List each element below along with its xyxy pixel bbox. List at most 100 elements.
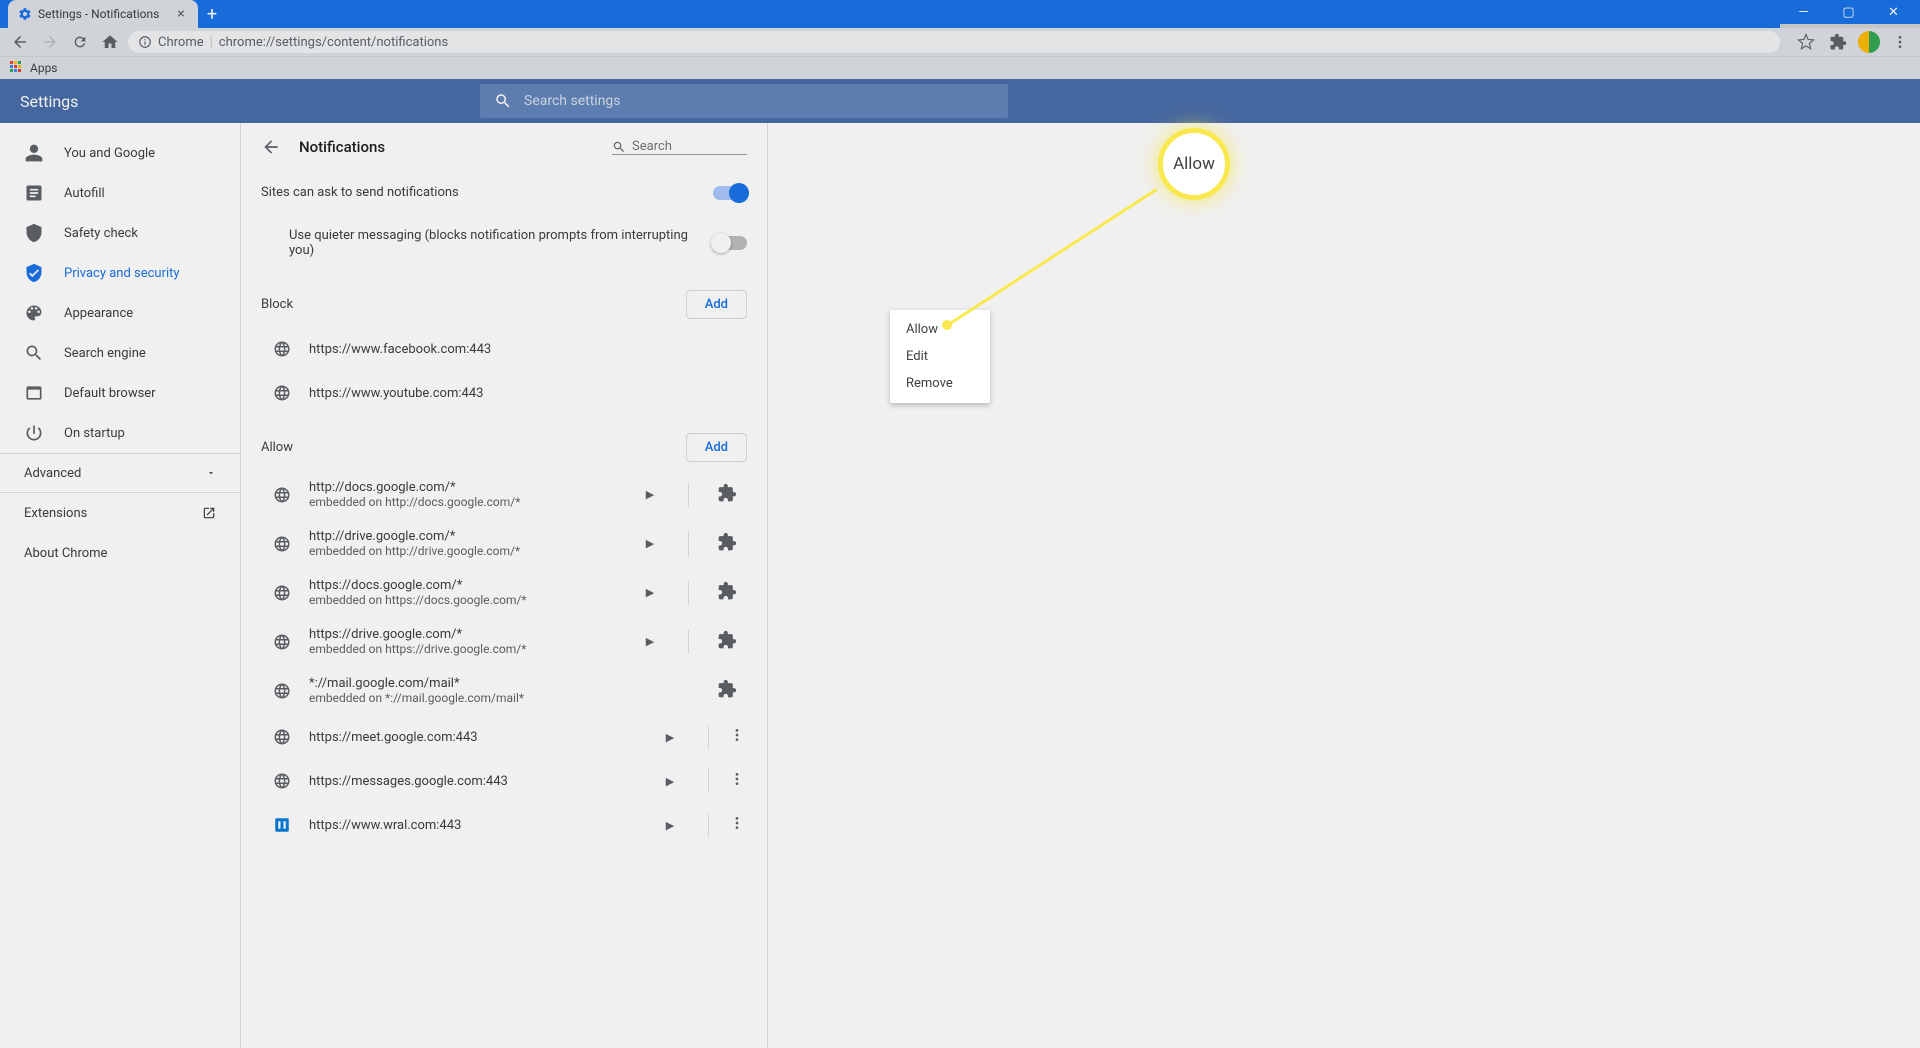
globe-icon xyxy=(273,340,291,358)
page-search[interactable] xyxy=(612,139,747,155)
browser-toolbar: Chrome | chrome://settings/content/notif… xyxy=(0,28,1920,56)
apps-icon[interactable] xyxy=(10,61,24,75)
arrow-icon[interactable]: ▶ xyxy=(630,488,670,501)
sidebar-about[interactable]: About Chrome xyxy=(0,533,240,573)
arrow-icon[interactable]: ▶ xyxy=(630,537,670,550)
arrow-icon[interactable]: ▶ xyxy=(650,775,690,788)
extension-icon xyxy=(717,630,737,650)
allow-site-row: https://docs.google.com/*embedded on htt… xyxy=(241,568,767,617)
add-allow-button[interactable]: Add xyxy=(686,433,747,462)
content-pane: Notifications Sites can ask to send noti… xyxy=(240,123,768,1048)
reload-button[interactable] xyxy=(68,30,92,54)
globe-icon xyxy=(273,633,291,651)
context-allow[interactable]: Allow xyxy=(890,316,990,343)
sidebar-advanced[interactable]: Advanced xyxy=(0,453,240,493)
sidebar-item-search-engine[interactable]: Search engine xyxy=(0,333,240,373)
block-section-head: Block Add xyxy=(241,272,767,327)
extension-icon xyxy=(717,483,737,503)
setting-sites-can-ask: Sites can ask to send notifications xyxy=(241,171,767,214)
page-back-button[interactable] xyxy=(261,137,281,157)
globe-icon xyxy=(273,486,291,504)
globe-icon xyxy=(273,728,291,746)
more-icon xyxy=(729,815,745,831)
globe-icon xyxy=(273,384,291,402)
home-button[interactable] xyxy=(98,30,122,54)
allow-site-row: http://docs.google.com/*embedded on http… xyxy=(241,470,767,519)
add-block-button[interactable]: Add xyxy=(686,290,747,319)
extensions-button[interactable] xyxy=(1826,30,1850,54)
allow-site-row: http://drive.google.com/*embedded on htt… xyxy=(241,519,767,568)
allow-site-row: https://www.wral.com:443▶ xyxy=(241,803,767,847)
new-tab-button[interactable]: + xyxy=(198,0,226,28)
more-button[interactable] xyxy=(727,815,747,836)
apps-label[interactable]: Apps xyxy=(30,61,58,75)
arrow-icon[interactable]: ▶ xyxy=(630,635,670,648)
sidebar-item-autofill[interactable]: Autofill xyxy=(0,173,240,213)
globe-icon xyxy=(273,535,291,553)
sidebar-item-default-browser[interactable]: Default browser xyxy=(0,373,240,413)
settings-search[interactable] xyxy=(480,84,1008,118)
browser-tab[interactable]: Settings - Notifications × xyxy=(8,0,198,28)
arrow-icon[interactable]: ▶ xyxy=(630,586,670,599)
extension-icon xyxy=(717,581,737,601)
context-remove[interactable]: Remove xyxy=(890,370,990,397)
bookmarks-bar: Apps xyxy=(0,56,1920,79)
sidebar: You and Google Autofill Safety check Pri… xyxy=(0,123,240,1048)
allow-site-row: https://drive.google.com/*embedded on ht… xyxy=(241,617,767,666)
site-info-icon xyxy=(138,35,152,49)
url-chip: Chrome xyxy=(158,35,204,50)
chevron-down-icon xyxy=(206,468,216,478)
sidebar-item-you-and-google[interactable]: You and Google xyxy=(0,133,240,173)
settings-header: Settings xyxy=(0,79,1920,123)
back-button[interactable] xyxy=(8,30,32,54)
globe-icon xyxy=(273,584,291,602)
sidebar-item-on-startup[interactable]: On startup xyxy=(0,413,240,453)
more-button[interactable] xyxy=(727,727,747,748)
search-icon xyxy=(612,140,626,154)
extension-icon xyxy=(717,679,737,699)
chrome-menu-button[interactable] xyxy=(1888,30,1912,54)
window-close-button[interactable]: ✕ xyxy=(1871,0,1916,24)
minimize-button[interactable]: — xyxy=(1781,0,1826,24)
more-button[interactable] xyxy=(727,771,747,792)
extension-icon xyxy=(717,532,737,552)
toggle-quieter-messaging[interactable] xyxy=(713,236,747,250)
callout-circle: Allow xyxy=(1158,128,1230,200)
sidebar-item-privacy[interactable]: Privacy and security xyxy=(0,253,240,293)
arrow-icon[interactable]: ▶ xyxy=(650,819,690,832)
context-edit[interactable]: Edit xyxy=(890,343,990,370)
more-icon xyxy=(729,771,745,787)
setting-quieter-messaging: Use quieter messaging (blocks notificati… xyxy=(241,214,767,272)
gear-icon xyxy=(18,7,32,21)
toggle-sites-can-ask[interactable] xyxy=(713,186,747,200)
arrow-icon[interactable]: ▶ xyxy=(650,731,690,744)
block-site-row: https://www.youtube.com:443 xyxy=(241,371,767,415)
allow-section-head: Allow Add xyxy=(241,415,767,470)
search-icon xyxy=(494,92,512,110)
tab-strip: Settings - Notifications × + xyxy=(0,0,1780,28)
block-site-row: https://www.facebook.com:443 xyxy=(241,327,767,371)
callout-dot xyxy=(942,320,952,330)
allow-site-row: https://messages.google.com:443▶ xyxy=(241,759,767,803)
forward-button[interactable] xyxy=(38,30,62,54)
page-title: Notifications xyxy=(299,138,385,156)
sidebar-item-safety-check[interactable]: Safety check xyxy=(0,213,240,253)
allow-site-row: *://mail.google.com/mail*embedded on *:/… xyxy=(241,666,767,715)
profile-avatar[interactable] xyxy=(1858,31,1880,53)
address-bar[interactable]: Chrome | chrome://settings/content/notif… xyxy=(128,31,1780,53)
sidebar-extensions[interactable]: Extensions xyxy=(0,493,240,533)
page-search-input[interactable] xyxy=(632,139,732,154)
open-in-new-icon xyxy=(202,506,216,520)
settings-title: Settings xyxy=(20,92,78,111)
site-favicon xyxy=(273,816,291,834)
bookmark-star-button[interactable] xyxy=(1794,30,1818,54)
site-context-menu: Allow Edit Remove xyxy=(890,310,990,403)
more-icon xyxy=(729,727,745,743)
sidebar-item-appearance[interactable]: Appearance xyxy=(0,293,240,333)
maximize-button[interactable]: ▢ xyxy=(1826,0,1871,24)
tab-close-button[interactable]: × xyxy=(174,7,188,21)
globe-icon xyxy=(273,772,291,790)
allow-site-row: https://meet.google.com:443▶ xyxy=(241,715,767,759)
settings-search-input[interactable] xyxy=(524,93,994,109)
globe-icon xyxy=(273,682,291,700)
